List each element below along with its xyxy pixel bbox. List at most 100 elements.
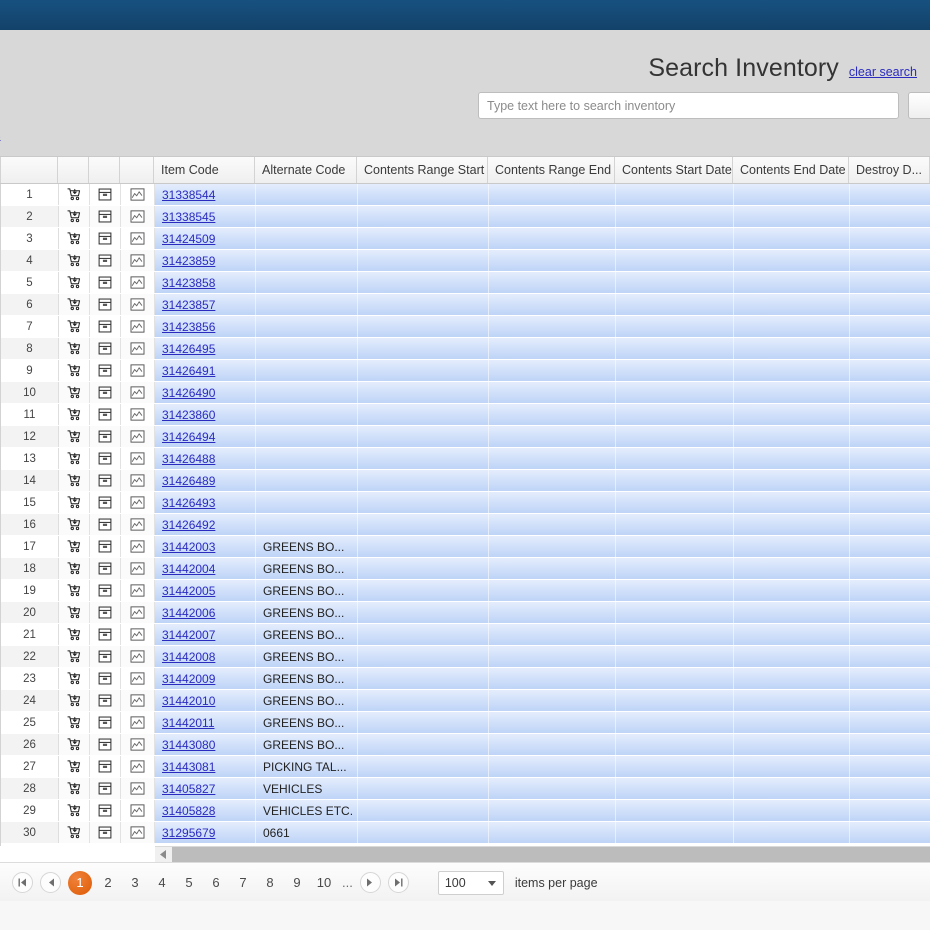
box-icon[interactable]	[90, 316, 121, 337]
table-row[interactable]: 2 31338545	[1, 206, 930, 228]
chart-icon[interactable]	[121, 624, 155, 645]
item-code-cell[interactable]: 31423857	[155, 294, 256, 315]
table-row[interactable]: 27 31443081 PICKING TAL...	[1, 756, 930, 778]
column-header-contents_range_start[interactable]: Contents Range Start	[357, 157, 488, 183]
table-row[interactable]: 6 31423857	[1, 294, 930, 316]
cart-icon[interactable]	[59, 228, 90, 249]
box-icon[interactable]	[90, 734, 121, 755]
previous-page-button[interactable]	[40, 872, 61, 893]
next-page-button[interactable]	[359, 872, 381, 893]
box-icon[interactable]	[90, 580, 121, 601]
box-icon[interactable]	[90, 426, 121, 447]
box-icon[interactable]	[90, 404, 121, 425]
item-code-cell[interactable]: 31405827	[155, 778, 256, 799]
table-row[interactable]: 25 31442011 GREENS BO...	[1, 712, 930, 734]
table-row[interactable]: 15 31426493	[1, 492, 930, 514]
cart-icon[interactable]	[59, 514, 90, 535]
box-icon[interactable]	[90, 712, 121, 733]
box-icon[interactable]	[90, 294, 121, 315]
item-code-link[interactable]: 31442009	[162, 672, 215, 686]
chart-icon[interactable]	[121, 514, 155, 535]
box-icon[interactable]	[90, 206, 121, 227]
last-page-button[interactable]	[387, 872, 409, 893]
cart-icon[interactable]	[59, 580, 90, 601]
item-code-link[interactable]: 31426492	[162, 518, 215, 532]
item-code-cell[interactable]: 31338544	[155, 184, 256, 205]
page-button-5[interactable]: 5	[178, 872, 200, 894]
item-code-cell[interactable]: 31442004	[155, 558, 256, 579]
table-row[interactable]: 1 31338544	[1, 184, 930, 206]
item-code-link[interactable]: 31426489	[162, 474, 215, 488]
chart-icon[interactable]	[121, 558, 155, 579]
scrollbar-thumb[interactable]	[172, 847, 930, 862]
box-icon[interactable]	[90, 448, 121, 469]
table-row[interactable]: 24 31442010 GREENS BO...	[1, 690, 930, 712]
table-row[interactable]: 16 31426492	[1, 514, 930, 536]
item-code-cell[interactable]: 31424509	[155, 228, 256, 249]
box-icon[interactable]	[90, 536, 121, 557]
chart-icon[interactable]	[121, 536, 155, 557]
item-code-link[interactable]: 31338545	[162, 210, 215, 224]
table-row[interactable]: 9 31426491	[1, 360, 930, 382]
chart-icon[interactable]	[121, 294, 155, 315]
item-code-cell[interactable]: 31442006	[155, 602, 256, 623]
chart-icon[interactable]	[121, 800, 155, 821]
item-code-link[interactable]: 31442007	[162, 628, 215, 642]
page-button-8[interactable]: 8	[259, 872, 281, 894]
table-row[interactable]: 5 31423858	[1, 272, 930, 294]
box-icon[interactable]	[90, 558, 121, 579]
cart-icon[interactable]	[59, 272, 90, 293]
chart-icon[interactable]	[121, 646, 155, 667]
column-header-cart[interactable]	[58, 157, 89, 183]
item-code-link[interactable]: 31426495	[162, 342, 215, 356]
cart-icon[interactable]	[59, 822, 90, 843]
page-button-4[interactable]: 4	[151, 872, 173, 894]
search-button[interactable]	[908, 92, 930, 119]
item-code-link[interactable]: 31423860	[162, 408, 215, 422]
item-code-cell[interactable]: 31423859	[155, 250, 256, 271]
box-icon[interactable]	[90, 184, 121, 205]
item-code-cell[interactable]: 31442008	[155, 646, 256, 667]
box-icon[interactable]	[90, 624, 121, 645]
column-header-contents_start_date[interactable]: Contents Start Date	[615, 157, 733, 183]
table-row[interactable]: 14 31426489	[1, 470, 930, 492]
item-code-cell[interactable]: 31442005	[155, 580, 256, 601]
item-code-link[interactable]: 31442008	[162, 650, 215, 664]
chart-icon[interactable]	[121, 316, 155, 337]
cart-icon[interactable]	[59, 316, 90, 337]
column-header-rownum[interactable]	[0, 157, 58, 183]
page-button-7[interactable]: 7	[232, 872, 254, 894]
chart-icon[interactable]	[121, 426, 155, 447]
chart-icon[interactable]	[121, 382, 155, 403]
item-code-cell[interactable]: 31426495	[155, 338, 256, 359]
item-code-link[interactable]: 31443081	[162, 760, 215, 774]
item-code-link[interactable]: 31442005	[162, 584, 215, 598]
item-code-link[interactable]: 31423859	[162, 254, 215, 268]
item-code-cell[interactable]: 31338545	[155, 206, 256, 227]
chart-icon[interactable]	[121, 668, 155, 689]
cart-icon[interactable]	[59, 558, 90, 579]
chart-icon[interactable]	[121, 272, 155, 293]
cart-icon[interactable]	[59, 778, 90, 799]
chart-icon[interactable]	[121, 690, 155, 711]
search-input[interactable]	[478, 92, 899, 119]
cart-icon[interactable]	[59, 206, 90, 227]
box-icon[interactable]	[90, 668, 121, 689]
chart-icon[interactable]	[121, 778, 155, 799]
cart-icon[interactable]	[59, 734, 90, 755]
item-code-link[interactable]: 31442010	[162, 694, 215, 708]
box-icon[interactable]	[90, 382, 121, 403]
box-icon[interactable]	[90, 822, 121, 843]
chart-icon[interactable]	[121, 602, 155, 623]
table-row[interactable]: 23 31442009 GREENS BO...	[1, 668, 930, 690]
table-row[interactable]: 30 31295679 0661	[1, 822, 930, 844]
box-icon[interactable]	[90, 778, 121, 799]
column-header-destroy_date[interactable]: Destroy D...	[849, 157, 930, 183]
table-row[interactable]: 28 31405827 VEHICLES	[1, 778, 930, 800]
cart-icon[interactable]	[59, 338, 90, 359]
box-icon[interactable]	[90, 360, 121, 381]
item-code-cell[interactable]: 31423856	[155, 316, 256, 337]
item-code-cell[interactable]: 31426490	[155, 382, 256, 403]
item-code-link[interactable]: 31338544	[162, 188, 215, 202]
chart-icon[interactable]	[121, 184, 155, 205]
